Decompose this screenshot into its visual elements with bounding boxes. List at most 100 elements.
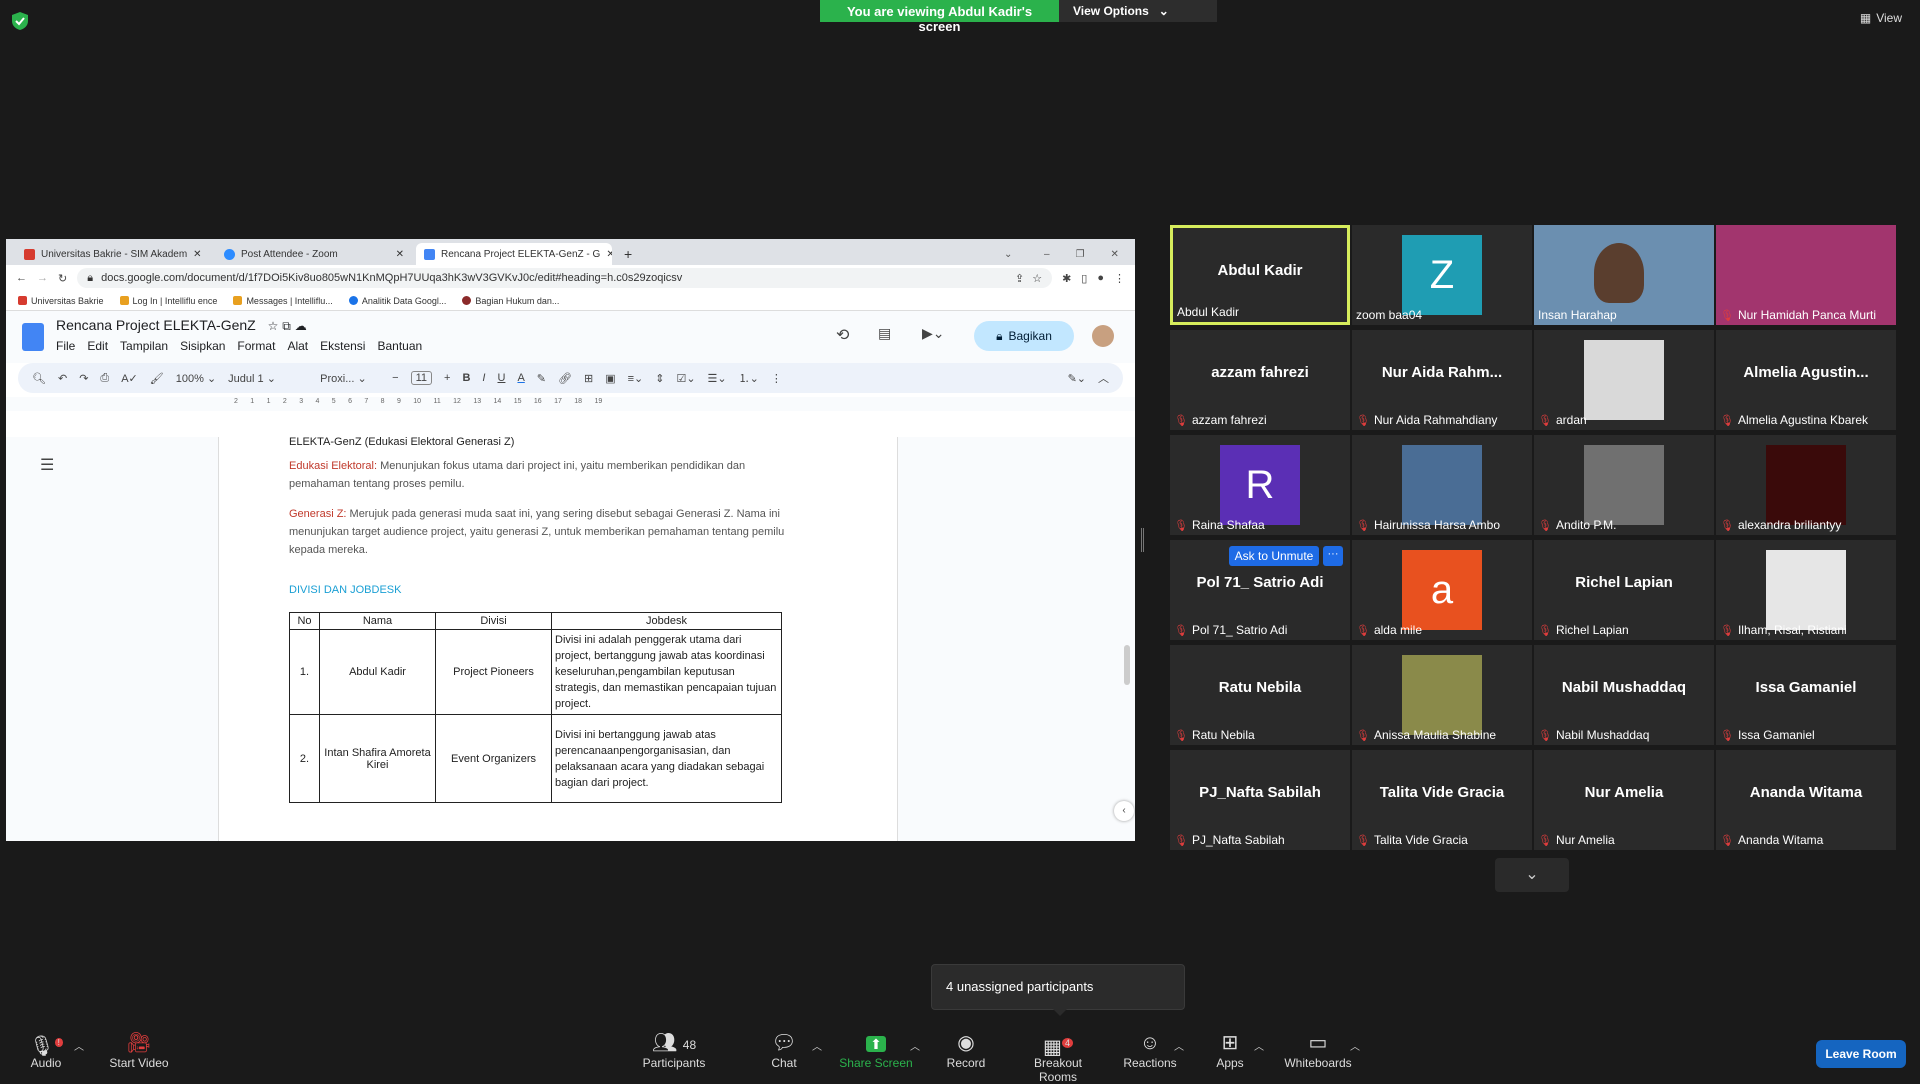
bookmark-item[interactable]: Bagian Hukum dan... xyxy=(462,296,559,306)
share-screen-button[interactable]: ⬆ Share Screen xyxy=(836,1032,916,1070)
participant-tile[interactable]: 🎙︎ Nur Hamidah Panca Murti xyxy=(1716,225,1896,325)
docs-logo-icon[interactable] xyxy=(22,323,44,351)
participant-tile[interactable]: 🎙︎ Andito P.M. xyxy=(1534,435,1714,535)
document-title[interactable]: Rencana Project ELEKTA-GenZ ☆ ⧉ ☁ xyxy=(56,317,307,334)
url-field[interactable]: 🔒︎ docs.google.com/document/d/1f7DOi5Kiv8… xyxy=(77,268,1053,288)
chat-caret-icon[interactable]: ︿ xyxy=(812,1038,822,1053)
participant-tile[interactable]: 🎙︎ Anissa Maulia Shabine xyxy=(1352,645,1532,745)
underline-icon[interactable]: U xyxy=(497,372,505,384)
more-menu-icon[interactable]: ⋮ xyxy=(1114,272,1125,285)
share-page-icon[interactable]: ⇪ xyxy=(1015,272,1024,285)
zoom-select[interactable]: 100% ⌄ xyxy=(176,372,216,385)
forward-icon[interactable]: → xyxy=(37,272,48,284)
browser-tab[interactable]: Post Attendee - Zoom ✕ xyxy=(216,243,412,265)
participant-tile[interactable]: Nabil Mushaddaq 🎙︎ Nabil Mushaddaq xyxy=(1534,645,1714,745)
participant-tile[interactable]: Abdul Kadir Abdul Kadir xyxy=(1170,225,1350,325)
record-button[interactable]: ◉ Record xyxy=(944,1032,988,1070)
close-window-icon[interactable]: ✕ xyxy=(1111,249,1119,260)
new-tab-button[interactable]: + xyxy=(616,243,640,265)
participant-tile[interactable]: 🎙︎ Ilham, Risal, Ristiani xyxy=(1716,540,1896,640)
security-shield-icon[interactable] xyxy=(12,12,28,30)
side-panel-icon[interactable]: ▯ xyxy=(1081,272,1087,285)
tab-search-icon[interactable]: ⌄ xyxy=(996,243,1020,265)
align-icon[interactable]: ≡⌄ xyxy=(628,372,644,385)
apps-button[interactable]: ⊞ Apps xyxy=(1212,1032,1248,1070)
bullet-list-icon[interactable]: ☰⌄ xyxy=(708,372,727,385)
chat-button[interactable]: 💬︎ Chat xyxy=(764,1032,804,1070)
menu-edit[interactable]: Edit xyxy=(87,339,108,353)
print-icon[interactable]: ⎙ xyxy=(100,372,109,385)
browser-tab-active[interactable]: Rencana Project ELEKTA-GenZ - G ✕ xyxy=(416,243,612,265)
increase-size-icon[interactable]: + xyxy=(444,372,450,384)
document-canvas[interactable]: ☰ ELEKTA-GenZ (Edukasi Elektoral Generas… xyxy=(6,436,1135,841)
participant-tile[interactable]: Ratu Nebila 🎙︎ Ratu Nebila xyxy=(1170,645,1350,745)
audio-caret-icon[interactable]: ︿ xyxy=(74,1038,84,1053)
meet-icon[interactable]: ▶⌄ xyxy=(922,325,945,342)
participant-tile[interactable]: Richel Lapian 🎙︎ Richel Lapian xyxy=(1534,540,1714,640)
whiteboards-caret-icon[interactable]: ︿ xyxy=(1350,1038,1360,1053)
star-icon[interactable]: ☆ xyxy=(268,319,279,333)
undo-icon[interactable]: ↶ xyxy=(58,372,67,385)
text-color-icon[interactable]: A xyxy=(517,372,524,384)
bookmark-item[interactable]: Log In | Intelliflu ence xyxy=(119,296,217,306)
menu-file[interactable]: File xyxy=(56,339,75,353)
participant-tile[interactable]: R 🎙︎ Raina Shafaa xyxy=(1170,435,1350,535)
participants-button[interactable]: 👥︎ 48 Participants xyxy=(638,1032,710,1070)
more-options-button[interactable]: ··· xyxy=(1323,546,1343,566)
menu-alat[interactable]: Alat xyxy=(287,339,308,353)
participant-tile[interactable]: 🎙︎ Hairunissa Harsa Ambo xyxy=(1352,435,1532,535)
leave-room-button[interactable]: Leave Room xyxy=(1816,1040,1906,1068)
participant-tile[interactable]: Almelia Agustin... 🎙︎ Almelia Agustina Kba… xyxy=(1716,330,1896,430)
spellcheck-icon[interactable]: A✓ xyxy=(121,372,138,385)
reactions-caret-icon[interactable]: ︿ xyxy=(1174,1038,1184,1053)
menu-bantuan[interactable]: Bantuan xyxy=(377,339,422,353)
ask-to-unmute-button[interactable]: Ask to Unmute xyxy=(1229,546,1319,566)
font-size-input[interactable]: 11 xyxy=(410,371,433,385)
whiteboards-button[interactable]: ▭ Whiteboards xyxy=(1282,1032,1354,1070)
more-tools-icon[interactable]: ⋮ xyxy=(771,372,782,385)
star-icon[interactable]: ☆ xyxy=(1032,272,1042,285)
participant-tile[interactable]: a 🎙︎ alda mile xyxy=(1352,540,1532,640)
chevron-left-icon[interactable]: ‹ xyxy=(1114,801,1134,821)
line-spacing-icon[interactable]: ⇕ xyxy=(655,372,664,385)
view-options-button[interactable]: View Options ⌄ xyxy=(1059,0,1217,22)
history-icon[interactable]: ⟲ xyxy=(836,325,849,345)
browser-tab[interactable]: Universitas Bakrie - SIM Akadem ✕ xyxy=(16,243,212,265)
participant-tile[interactable]: Ananda Witama 🎙︎ Ananda Witama xyxy=(1716,750,1896,850)
participant-tile[interactable]: Talita Vide Gracia 🎙︎ Talita Vide Gracia xyxy=(1352,750,1532,850)
move-folder-icon[interactable]: ⧉ xyxy=(282,319,291,333)
bookmark-item[interactable]: Analitik Data Googl... xyxy=(348,296,446,306)
participant-tile[interactable]: 🎙︎ ardan xyxy=(1534,330,1714,430)
participant-tile[interactable]: Zzoom baa04 xyxy=(1352,225,1532,325)
reactions-button[interactable]: ☺ Reactions xyxy=(1122,1032,1178,1070)
participant-tile[interactable]: azzam fahrezi 🎙︎ azzam fahrezi xyxy=(1170,330,1350,430)
ruler[interactable]: 2 1 1 2 3 4 5 6 7 8 9 10 11 12 13 14 15 16 17 18 19 xyxy=(6,397,1135,411)
redo-icon[interactable]: ↷ xyxy=(79,372,88,385)
numbered-list-icon[interactable]: ⒈⌄ xyxy=(739,370,759,386)
jobdesk-table[interactable]: No Nama Divisi Jobdesk 1. Abdul Kadir Pr… xyxy=(289,612,782,803)
document-page[interactable]: ELEKTA-GenZ (Edukasi Elektoral Generasi … xyxy=(218,436,898,841)
comments-icon[interactable]: ▤ xyxy=(878,325,891,342)
bookmark-item[interactable]: Universitas Bakrie xyxy=(18,296,104,306)
breakout-rooms-button[interactable]: ▦ 4 Breakout Rooms xyxy=(1014,1032,1102,1084)
participant-tile[interactable]: PJ_Nafta Sabilah 🎙︎ PJ_Nafta Sabilah xyxy=(1170,750,1350,850)
audio-button[interactable]: 🎙︎! Audio xyxy=(26,1032,66,1070)
italic-icon[interactable]: I xyxy=(482,372,485,384)
user-avatar[interactable] xyxy=(1092,325,1114,347)
decrease-size-icon[interactable]: − xyxy=(392,372,398,384)
checklist-icon[interactable]: ☑⌄ xyxy=(676,372,695,385)
style-select[interactable]: Judul 1 ⌄ xyxy=(228,372,308,385)
highlight-icon[interactable]: ✎ xyxy=(537,372,546,385)
share-caret-icon[interactable]: ︿ xyxy=(910,1038,920,1053)
view-button[interactable]: ▦ View xyxy=(1860,11,1902,25)
comment-add-icon[interactable]: ⊞ xyxy=(584,372,593,385)
participant-tile[interactable]: Nur Amelia 🎙︎ Nur Amelia xyxy=(1534,750,1714,850)
panel-resize-handle[interactable] xyxy=(1141,528,1144,552)
participant-tile[interactable]: 🎙︎ alexandra briliantyy xyxy=(1716,435,1896,535)
extensions-icon[interactable]: ✱ xyxy=(1062,272,1071,285)
menu-ekstensi[interactable]: Ekstensi xyxy=(320,339,365,353)
collapse-icon[interactable]: ︿ xyxy=(1098,370,1109,386)
doc-scrollbar[interactable] xyxy=(1124,645,1130,685)
share-doc-button[interactable]: 🔒︎ Bagikan xyxy=(974,321,1074,351)
minimize-icon[interactable]: – xyxy=(1044,249,1050,260)
